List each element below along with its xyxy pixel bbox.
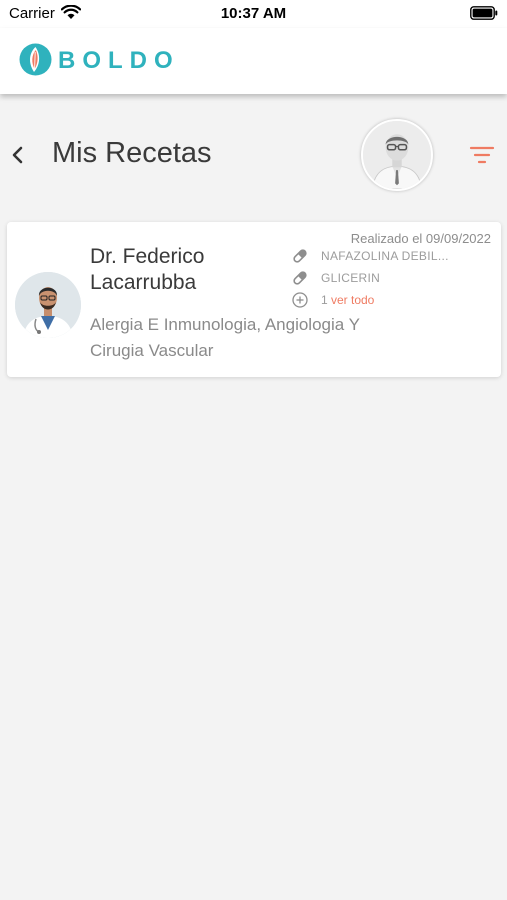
see-all-link[interactable]: ver todo — [331, 293, 374, 307]
battery-icon — [470, 6, 498, 20]
doctor-specialty: Alergia E Inmunologia, Angiologia Y Ciru… — [90, 315, 360, 360]
clock: 10:37 AM — [220, 5, 287, 22]
pill-icon — [293, 249, 307, 263]
app-header: BOLDO — [0, 28, 507, 94]
medication-name: GLICERIN — [321, 271, 381, 285]
doctor-photo-image — [15, 272, 81, 338]
doctor-avatar — [15, 272, 81, 338]
pill-icon — [293, 271, 307, 285]
user-avatar[interactable] — [361, 119, 433, 191]
back-button[interactable] — [8, 143, 28, 167]
prescription-card[interactable]: Dr. Federico Lacarrubba Alergia E Inmuno… — [7, 222, 501, 377]
doctor-name: Dr. Federico Lacarrubba — [90, 245, 205, 294]
more-medications-row[interactable]: 1 ver todo — [292, 290, 492, 312]
more-medications-count: 1 — [321, 293, 328, 307]
boldo-logo-icon — [19, 43, 52, 76]
boldo-logo-text: BOLDO — [58, 47, 180, 74]
medication-item: GLICERIN — [292, 268, 492, 290]
medication-list: NAFAZOLINA DEBIL... GLICERIN 1 ver todo — [292, 246, 492, 312]
page-title: Mis Recetas — [52, 137, 212, 169]
medication-item: NAFAZOLINA DEBIL... — [292, 246, 492, 268]
filter-icon[interactable] — [469, 144, 495, 166]
plus-circle-icon — [292, 292, 308, 308]
default-user-avatar-icon — [363, 121, 431, 189]
medication-name: NAFAZOLINA DEBIL... — [321, 249, 449, 263]
prescription-date: Realizado el 09/09/2022 — [350, 231, 491, 246]
status-bar: Carrier 10:37 AM — [0, 0, 507, 28]
